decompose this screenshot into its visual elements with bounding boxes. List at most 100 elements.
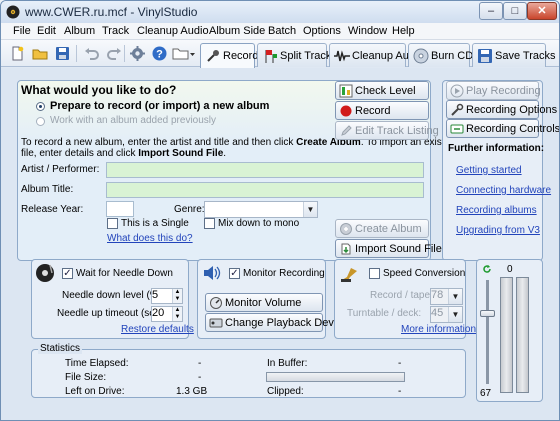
undo-icon[interactable] [83,45,100,62]
redo-icon[interactable] [106,45,123,62]
album-title-input[interactable] [106,182,424,198]
speed-conversion-label: Speed Conversion [383,268,466,279]
restore-defaults-link[interactable]: Restore defaults [121,324,194,335]
recording-controls-button[interactable]: Recording Controls [446,119,559,138]
mixdown-mono-label: Mix down to mono [218,218,300,229]
edit-pencil-icon [341,125,352,136]
menu-track[interactable]: Track [102,25,129,37]
menu-cleanup-audio[interactable]: Cleanup Audio [137,25,209,37]
prepare-new-album-radio[interactable] [36,102,45,111]
minimize-button[interactable]: – [479,2,503,20]
tab-burn-cds[interactable]: Burn CDs [408,43,479,67]
buffer-progress-bar [266,372,405,382]
record-tape-value: 78 [431,289,444,301]
tab-record[interactable]: Record [200,43,258,68]
save-icon[interactable] [54,45,71,62]
in-buffer-label: In Buffer: [267,358,308,369]
single-checkbox[interactable] [107,218,118,229]
recording-albums-link[interactable]: Recording albums [456,205,537,216]
in-buffer-value: - [398,358,402,369]
album-title-label: Album Title: [21,184,74,195]
chevron-down-icon: ▼ [448,289,462,304]
statistics-title: Statistics [38,343,83,354]
help-icon[interactable]: ? [151,45,168,62]
window-title: www.CWER.ru.mcf - VinylStudio [25,5,198,19]
gramophone-icon [341,268,357,282]
what-does-this-do-link[interactable]: What does this do? [107,233,193,244]
needle-up-value: 20 [152,307,165,319]
needle-down-stepper[interactable]: 5 ▲ ▼ [151,288,183,304]
gain-slider-handle[interactable] [480,310,495,317]
speed-conversion-panel: Speed Conversion Record / tape: 78 ▼ Turn… [334,259,476,339]
title-bar[interactable]: www.CWER.ru.mcf - VinylStudio – □ ✕ [1,1,559,23]
left-channel-meter [500,277,513,393]
menu-album[interactable]: Album [64,25,95,37]
monitor-volume-button[interactable]: Monitor Volume [205,293,323,312]
level-meter-panel: 0 67 [476,259,543,402]
recording-actions-panel: Play Recording Recording Options Recordi… [442,80,559,261]
prepare-new-album-label: Prepare to record (or import) a new albu… [50,100,270,112]
tab-split-tracks[interactable]: Split Tracks [257,43,337,67]
folder-dropdown-icon[interactable] [172,45,196,62]
check-level-button[interactable]: Check Level [335,81,429,100]
close-window-button[interactable]: ✕ [527,2,557,20]
release-year-input[interactable] [106,201,134,217]
turntable-deck-select[interactable]: 45 ▼ [430,306,463,323]
chevron-down-icon: ▼ [303,202,317,217]
genre-select[interactable]: ▼ [204,201,318,218]
menu-options[interactable]: Options [303,25,341,37]
work-with-album-label: Work with an album added previously [50,115,217,126]
further-info-heading: Further information: [448,143,545,154]
spin-arrows-icon[interactable]: ▲ ▼ [172,289,182,303]
tab-cleanup-audio[interactable]: Cleanup Audio [329,43,424,67]
level-top-value: 0 [507,264,513,275]
clipped-label: Clipped: [267,386,304,397]
speed-conversion-checkbox[interactable] [369,268,380,279]
change-playback-device-button[interactable]: Change Playback Device [205,313,348,332]
getting-started-link[interactable]: Getting started [456,165,522,176]
open-folder-icon[interactable] [32,45,49,62]
import-sound-file-button[interactable]: Import Sound File [335,239,442,258]
record-button[interactable]: Record [335,101,429,120]
needle-up-stepper[interactable]: 20 ▲ ▼ [151,306,183,322]
right-channel-meter [516,277,529,393]
menu-help[interactable]: Help [392,25,415,37]
svg-text:?: ? [156,49,163,61]
record-tape-select[interactable]: 78 ▼ [430,288,463,305]
create-album-button[interactable]: Create Album [335,219,429,238]
connecting-hardware-link[interactable]: Connecting hardware [456,185,551,196]
page-heading: What would you like to do? [21,83,177,97]
menu-edit[interactable]: Edit [37,25,56,37]
toolbar-separator [124,45,125,62]
menu-batch[interactable]: Batch [268,25,296,37]
menu-file[interactable]: File [13,25,31,37]
tab-save-tracks[interactable]: Save Tracks [472,43,556,67]
create-album-icon [340,223,352,235]
level-meter-icon [339,84,353,98]
menu-album-side[interactable]: Album Side [209,25,265,37]
wrench-icon [451,103,464,116]
needle-detection-panel: ✓ Wait for Needle Down Needle down level… [31,259,194,339]
wait-needle-checkbox[interactable]: ✓ [62,268,73,279]
artist-input[interactable] [106,162,424,178]
upgrading-link[interactable]: Upgrading from V3 [456,225,540,236]
instructions-line-2: file, enter details and click Import Sou… [21,148,227,159]
recording-options-button[interactable]: Recording Options [446,100,557,119]
work-with-album-radio[interactable] [36,117,45,126]
mixdown-mono-checkbox[interactable] [204,218,215,229]
refresh-icon[interactable] [482,264,492,274]
more-information-link[interactable]: More information [401,324,476,335]
play-recording-button[interactable]: Play Recording [446,81,541,100]
clipped-value: - [398,386,402,397]
microphone-icon [207,50,219,62]
import-arrow-icon [341,243,351,255]
menu-window[interactable]: Window [348,25,387,37]
spin-arrows-icon[interactable]: ▲ ▼ [172,307,182,321]
edit-track-listing-button[interactable]: Edit Track Listing [335,121,439,140]
maximize-button[interactable]: □ [503,2,527,20]
new-file-icon[interactable] [9,45,26,62]
file-size-label: File Size: [65,372,107,383]
monitor-recording-checkbox[interactable]: ✓ [229,268,240,279]
time-elapsed-label: Time Elapsed: [65,358,129,369]
gear-icon[interactable] [129,45,146,62]
